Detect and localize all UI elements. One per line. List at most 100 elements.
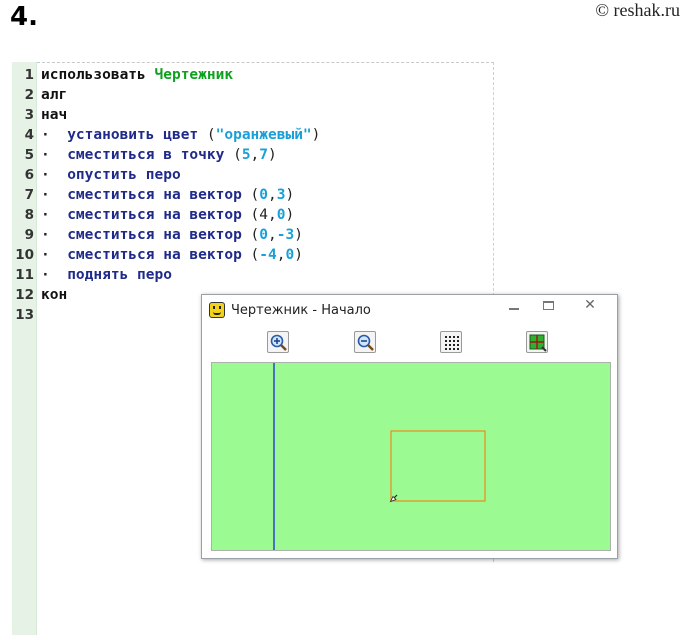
code-line[interactable]: 5 · сместиться в точку (5,7): [12, 145, 494, 165]
maximize-icon: [542, 300, 554, 310]
code-token: ·: [41, 167, 68, 183]
editor-top-divider: [12, 62, 494, 63]
line-number: 9: [24, 227, 34, 243]
grid-dot: [453, 340, 455, 342]
drawer-window[interactable]: Чертежник - Начало ✕: [201, 294, 618, 559]
line-number: 7: [24, 187, 34, 203]
code-token: сместиться в точку: [67, 147, 234, 163]
code-line[interactable]: 3 нач: [12, 105, 494, 125]
window-titlebar[interactable]: Чертежник - Начало ✕: [202, 295, 617, 325]
line-number: 4: [24, 127, 34, 143]
line-number: 3: [24, 107, 34, 123]
grid-dot: [453, 344, 455, 346]
code-line[interactable]: 4 · установить цвет ("оранжевый"): [12, 125, 494, 145]
minimize-icon: [509, 308, 519, 310]
code-token: сместиться на вектор: [67, 187, 251, 203]
line-number: 10: [15, 247, 34, 263]
code-line[interactable]: 6 · опустить перо: [12, 165, 494, 185]
code-lines[interactable]: 1 использовать Чертежник 2 алг 3 нач 4 · устано…: [12, 65, 494, 325]
line-number: 11: [15, 267, 34, 283]
maximize-button[interactable]: [531, 295, 565, 315]
app-smiley-icon: [209, 302, 225, 318]
close-icon: ✕: [584, 297, 596, 313]
zoom-out-button[interactable]: [354, 331, 376, 353]
grid-dot: [445, 336, 447, 338]
code-token: поднять перо: [67, 267, 172, 283]
code-token: ,: [250, 147, 260, 163]
code-token: нач: [41, 107, 68, 123]
code-token: использовать: [41, 67, 155, 83]
grid-icon: [445, 336, 459, 350]
code-token: (4,: [250, 207, 277, 223]
line-number: 5: [24, 147, 34, 163]
drawing-canvas[interactable]: [211, 362, 611, 551]
code-token: ,: [268, 227, 277, 243]
code-token: (: [233, 147, 242, 163]
code-token: ·: [41, 147, 68, 163]
code-text: · сместиться на вектор (4,0): [41, 205, 294, 225]
code-line[interactable]: 10 · сместиться на вектор (-4,0): [12, 245, 494, 265]
task-number: 4.: [10, 2, 38, 32]
minimize-button[interactable]: [497, 295, 531, 315]
code-line[interactable]: 7 · сместиться на вектор (0,3): [12, 185, 494, 205]
code-token: установить цвет: [67, 127, 207, 143]
code-token: ·: [41, 247, 68, 263]
grid-dot: [445, 348, 447, 350]
code-line[interactable]: 1 использовать Чертежник: [12, 65, 494, 85]
code-token: 7: [259, 147, 269, 163]
code-token: (: [250, 247, 260, 263]
code-token: Чертежник: [154, 67, 234, 83]
close-button[interactable]: ✕: [565, 295, 615, 315]
grid-dot: [445, 344, 447, 346]
window-controls: ✕: [497, 295, 615, 315]
grid-dot: [449, 336, 451, 338]
grid-dot: [457, 344, 459, 346]
code-text: · сместиться на вектор (-4,0): [41, 245, 303, 265]
grid-button[interactable]: [440, 331, 462, 353]
code-token: (: [250, 187, 260, 203]
code-token: ·: [41, 227, 68, 243]
zoom-in-button[interactable]: [267, 331, 289, 353]
window-toolbar: [202, 325, 617, 361]
code-line[interactable]: 11 · поднять перо: [12, 265, 494, 285]
window-title: Чертежник - Начало: [231, 303, 371, 318]
line-number: 1: [24, 67, 34, 83]
code-token: ): [294, 227, 303, 243]
code-token: сместиться на вектор: [67, 207, 251, 223]
code-token: кон: [41, 287, 68, 303]
code-line[interactable]: 2 алг: [12, 85, 494, 105]
code-token: (: [250, 227, 260, 243]
code-token: ): [268, 147, 277, 163]
fit-icon: [529, 334, 547, 352]
code-token: ·: [41, 207, 68, 223]
grid-dot: [449, 340, 451, 342]
orange-rectangle: [390, 430, 486, 502]
watermark: © reshak.ru: [595, 0, 680, 20]
code-token: 0: [259, 227, 268, 243]
code-token: "оранжевый": [215, 127, 312, 143]
code-text: использовать Чертежник: [41, 65, 233, 85]
code-token: 0: [259, 187, 268, 203]
line-number: 2: [24, 87, 34, 103]
code-text: кон: [41, 285, 67, 305]
code-token: ): [285, 207, 295, 223]
code-line[interactable]: 9 · сместиться на вектор (0,-3): [12, 225, 494, 245]
drawing-svg: [273, 363, 486, 550]
code-text: · сместиться на вектор (0,3): [41, 185, 294, 205]
code-token: ·: [41, 267, 68, 283]
code-token: 0: [285, 247, 295, 263]
code-text: · сместиться в точку (5,7): [41, 145, 277, 165]
zoom-in-icon: [270, 334, 287, 351]
code-text: · поднять перо: [41, 265, 172, 285]
fit-button[interactable]: [526, 331, 548, 353]
code-text: алг: [41, 85, 67, 105]
code-text: · установить цвет ("оранжевый"): [41, 125, 320, 145]
code-line[interactable]: 8 · сместиться на вектор (4,0): [12, 205, 494, 225]
code-token: ): [285, 187, 295, 203]
line-number: 8: [24, 207, 34, 223]
code-token: -4: [259, 247, 277, 263]
code-token: сместиться на вектор: [67, 247, 251, 263]
line-number: 12: [15, 287, 34, 303]
code-token: ,: [268, 187, 277, 203]
grid-dot: [449, 344, 451, 346]
